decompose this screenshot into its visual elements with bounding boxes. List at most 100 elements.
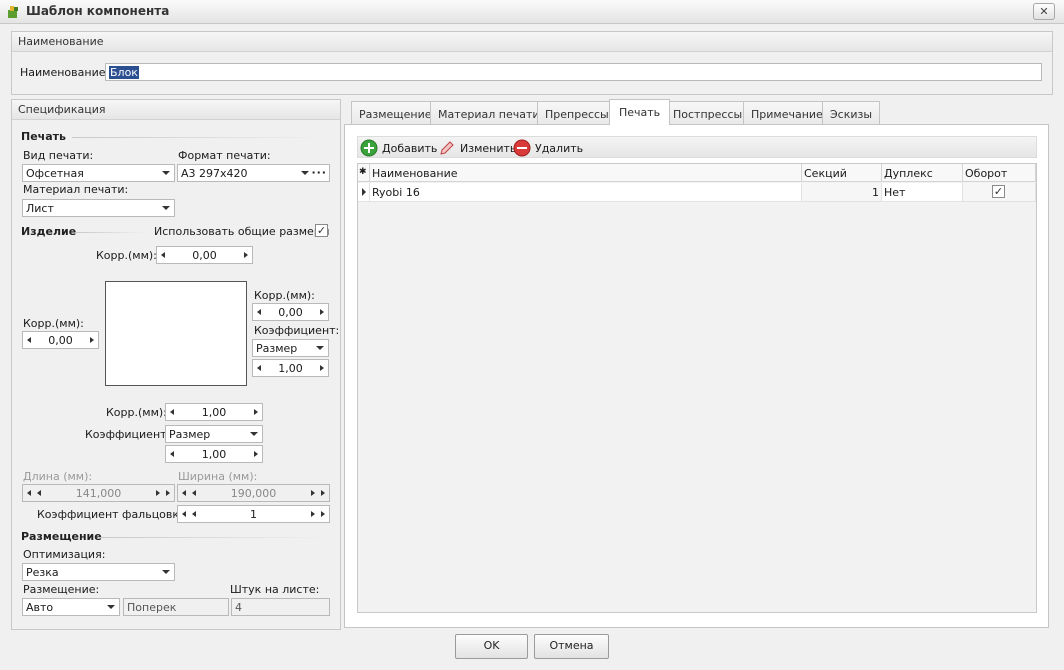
- specification-header: Спецификация: [12, 100, 340, 120]
- optimization-label: Оптимизация:: [23, 548, 106, 561]
- width-value: 190,000: [230, 487, 277, 500]
- chevron-down-icon[interactable]: [162, 171, 170, 175]
- increment-icon[interactable]: [320, 309, 324, 315]
- chevron-down-icon[interactable]: [250, 432, 258, 436]
- coef-bottom-mode-select[interactable]: Размер: [165, 425, 263, 443]
- coef-bottom-mode-value: Размер: [169, 428, 211, 441]
- chevron-down-icon[interactable]: [162, 570, 170, 574]
- tab-prepress[interactable]: Препрессы: [537, 101, 617, 124]
- use-common-sizes-checkbox[interactable]: ✓: [315, 224, 328, 237]
- corr-bottom-value: 1,00: [201, 406, 227, 419]
- tab-print-material[interactable]: Материал печати: [430, 101, 548, 124]
- increment-icon[interactable]: [254, 451, 258, 457]
- edit-button[interactable]: Изменить: [438, 139, 516, 157]
- print-toolbar: Добавить Изменить Удалить: [357, 136, 1037, 158]
- coef-bottom-value: 1,00: [201, 448, 227, 461]
- chevron-down-icon[interactable]: [107, 605, 115, 609]
- close-button[interactable]: ✕: [1033, 3, 1055, 20]
- corr-top-spinner[interactable]: 0,00: [156, 246, 253, 264]
- placement-section-divider: [98, 537, 328, 538]
- fold-coef-value: 1: [250, 508, 257, 521]
- corr-left-spinner[interactable]: 0,00: [22, 331, 99, 349]
- print-material-value: Лист: [26, 202, 54, 215]
- chevron-down-icon[interactable]: [316, 346, 324, 350]
- grid-header-sections[interactable]: Секций: [802, 164, 882, 182]
- print-type-value: Офсетная: [26, 167, 84, 180]
- ok-button[interactable]: OK: [455, 634, 528, 659]
- placement-value: Авто: [26, 601, 54, 614]
- coef-bottom-spinner[interactable]: 1,00: [165, 445, 263, 463]
- delete-icon: [513, 139, 531, 157]
- table-cell-name[interactable]: Ryobi 16: [370, 183, 802, 202]
- last-icon[interactable]: [321, 511, 325, 517]
- window-title: Шаблон компонента: [26, 4, 170, 18]
- coef-right-mode-select[interactable]: Размер: [252, 339, 329, 357]
- name-label: Наименование:: [20, 66, 110, 79]
- increment-icon[interactable]: [320, 365, 324, 371]
- increment-icon[interactable]: [90, 337, 94, 343]
- coef-right-value: 1,00: [278, 362, 303, 375]
- add-button[interactable]: Добавить: [360, 139, 438, 157]
- length-value: 141,000: [75, 487, 122, 500]
- chevron-down-icon[interactable]: [301, 171, 309, 175]
- length-spinner: 141,000: [22, 484, 175, 502]
- corr-right-spinner[interactable]: 0,00: [252, 303, 329, 321]
- table-cell-turn[interactable]: ✓: [963, 183, 1036, 202]
- orientation-field: Поперек: [123, 598, 229, 616]
- ellipsis-icon[interactable]: ···: [311, 166, 327, 179]
- print-material-select[interactable]: Лист: [22, 199, 175, 217]
- increment-icon[interactable]: [254, 409, 258, 415]
- per-sheet-label: Штук на листе:: [230, 583, 320, 596]
- row-pointer-icon: [362, 188, 366, 196]
- cancel-button[interactable]: Отмена: [534, 634, 609, 659]
- grid-header-turn[interactable]: Оборот: [963, 164, 1036, 182]
- optimization-select[interactable]: Резка: [22, 563, 175, 581]
- print-format-label: Формат печати:: [178, 149, 271, 162]
- delete-label: Удалить: [535, 142, 584, 155]
- close-icon: ✕: [1039, 5, 1049, 18]
- table-cell-sections[interactable]: 1: [802, 183, 882, 202]
- print-section-divider: [72, 137, 328, 138]
- increment-icon: [156, 490, 160, 496]
- increment-icon[interactable]: [244, 252, 248, 258]
- use-common-sizes-label: Использовать общие размеры: [154, 225, 330, 238]
- last-icon: [321, 490, 325, 496]
- corr-top-value: 0,00: [192, 249, 217, 262]
- fold-coef-spinner[interactable]: 1: [177, 505, 330, 523]
- checkmark-icon: ✓: [993, 185, 1004, 198]
- name-group: Наименование Наименование: Блок: [11, 31, 1053, 95]
- corr-right-value: 0,00: [278, 306, 303, 319]
- print-format-select[interactable]: А3 297x420 ···: [177, 164, 330, 182]
- print-type-select[interactable]: Офсетная: [22, 164, 175, 182]
- print-grid: ✱ Наименование Секций Дуплекс Оборот Ryo…: [357, 163, 1037, 613]
- increment-icon[interactable]: [311, 511, 315, 517]
- chevron-down-icon[interactable]: [162, 206, 170, 210]
- table-cell-duplex[interactable]: Нет: [882, 183, 963, 202]
- tab-notes[interactable]: Примечание: [743, 101, 831, 124]
- coef-right-spinner[interactable]: 1,00: [252, 359, 329, 377]
- length-label: Длина (мм):: [23, 470, 93, 483]
- add-label: Добавить: [382, 142, 438, 155]
- print-format-value: А3 297x420: [181, 167, 248, 180]
- print-material-label: Материал печати:: [23, 183, 129, 196]
- grid-header-name[interactable]: Наименование: [370, 164, 802, 182]
- corr-bottom-label: Корр.(мм):: [106, 406, 167, 419]
- tab-print[interactable]: Печать: [609, 99, 671, 125]
- delete-button[interactable]: Удалить: [513, 139, 583, 157]
- tab-sketches[interactable]: Эскизы: [822, 101, 881, 124]
- grid-header-new-row: ✱: [358, 164, 370, 182]
- asterisk-icon: ✱: [359, 167, 367, 177]
- product-section-divider: [75, 232, 145, 233]
- width-label: Ширина (мм):: [178, 470, 258, 483]
- turn-checkbox[interactable]: ✓: [992, 185, 1005, 198]
- placement-select[interactable]: Авто: [22, 598, 120, 616]
- name-input[interactable]: Блок: [105, 63, 1042, 81]
- coef-right-label: Коэффициент:: [254, 324, 340, 337]
- edit-label: Изменить: [460, 142, 517, 155]
- pencil-icon: [440, 141, 454, 155]
- tab-placement[interactable]: Размещение: [351, 101, 440, 124]
- grid-header-duplex[interactable]: Дуплекс: [882, 164, 963, 182]
- tab-postpress[interactable]: Постпрессы: [665, 101, 751, 124]
- corr-bottom-spinner[interactable]: 1,00: [165, 403, 263, 421]
- placement-section-title: Размещение: [21, 530, 102, 543]
